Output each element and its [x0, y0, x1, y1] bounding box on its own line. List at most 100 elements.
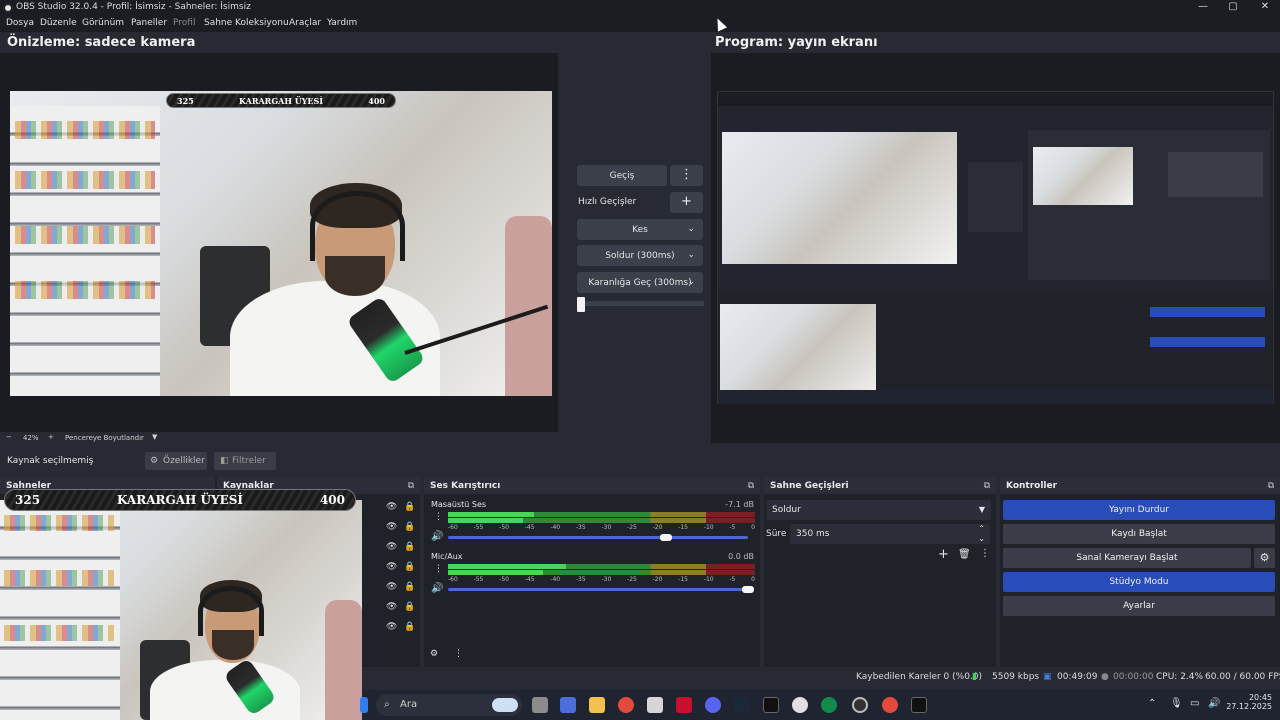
menu-file[interactable]: Dosya	[6, 18, 34, 28]
filters-button[interactable]: ◧ Filtreler	[214, 452, 276, 470]
minimize-button[interactable]: —	[1188, 0, 1218, 16]
lock-icon[interactable]: 🔒	[404, 562, 415, 572]
menu-tools[interactable]: Araçlar	[289, 18, 321, 28]
lock-icon[interactable]: 🔒	[404, 542, 415, 552]
quick-transition-fade[interactable]: Soldur (300ms) ⌄	[577, 245, 703, 266]
transition-menu-icon[interactable]: ⋮	[980, 548, 990, 559]
quick-transition-cut[interactable]: Kes ⌄	[577, 219, 703, 240]
eye-icon[interactable]: 👁	[386, 602, 397, 612]
transition-button[interactable]: Geçiş	[577, 165, 667, 186]
speaker-icon[interactable]: 🔊	[431, 531, 443, 542]
volume-slider-knob[interactable]	[742, 586, 754, 593]
chatgpt-icon[interactable]	[792, 697, 808, 713]
trash-icon[interactable]: 🗑	[958, 549, 971, 560]
t-bar-track[interactable]	[578, 301, 704, 306]
member-badge-overlay: 325 KARARGAH ÜYESİ 400	[4, 489, 356, 511]
chevron-down-icon[interactable]: ▼	[152, 433, 157, 441]
chrome-icon[interactable]	[882, 697, 898, 713]
network-icon[interactable]: ▭	[1190, 698, 1199, 709]
chevron-down-icon: ⌄	[687, 224, 695, 234]
file-explorer-icon[interactable]	[589, 697, 605, 713]
duration-value: 350 ms	[796, 529, 830, 539]
undock-icon[interactable]: ⧉	[748, 478, 754, 494]
maximize-button[interactable]: ▢	[1218, 0, 1248, 16]
eye-icon[interactable]: 👁	[386, 522, 397, 532]
start-recording-button[interactable]: Kaydı Başlat	[1003, 524, 1275, 544]
undock-icon[interactable]: ⧉	[1268, 478, 1274, 494]
chrome-icon[interactable]	[618, 697, 634, 713]
add-transition-icon[interactable]: +	[938, 547, 949, 562]
add-quick-transition-button[interactable]: +	[670, 192, 703, 213]
speaker-icon[interactable]: 🔊	[431, 583, 443, 594]
volume-slider[interactable]	[448, 536, 748, 539]
t-bar-handle[interactable]	[577, 297, 585, 312]
zoom-in-button[interactable]: +	[48, 433, 54, 441]
channel-menu-icon[interactable]: ⋮	[434, 512, 443, 522]
menu-bar: Dosya Düzenle Görünüm Paneller Profil Sa…	[0, 16, 1280, 32]
duration-input[interactable]: 350 ms ⌃ ⌄	[790, 524, 990, 544]
eye-icon[interactable]: 👁	[386, 542, 397, 552]
eye-icon[interactable]: 👁	[386, 562, 397, 572]
task-view-icon[interactable]	[532, 697, 548, 713]
app-icon[interactable]	[647, 697, 663, 713]
undock-icon[interactable]: ⧉	[408, 478, 414, 494]
obs-icon[interactable]	[852, 697, 868, 713]
clock-date: 27.12.2025	[1226, 702, 1272, 711]
lock-icon[interactable]: 🔒	[404, 502, 415, 512]
channel-menu-icon[interactable]: ⋮	[434, 564, 443, 574]
epic-games-icon[interactable]	[763, 697, 779, 713]
lock-icon[interactable]: 🔒	[404, 522, 415, 532]
lock-icon[interactable]: 🔒	[404, 582, 415, 592]
program-screen-capture	[717, 91, 1274, 404]
steam-icon[interactable]	[734, 697, 750, 713]
zoom-out-button[interactable]: −	[6, 433, 12, 441]
microphone-icon[interactable]: 🎙	[1170, 698, 1183, 709]
discord-icon[interactable]	[705, 697, 721, 713]
webcam-overlay	[0, 500, 362, 720]
properties-button[interactable]: ⚙ Özellikler	[145, 452, 207, 470]
no-source-selected-label: Kaynak seçilmemiş	[7, 456, 94, 466]
eye-icon[interactable]: 👁	[386, 622, 397, 632]
mixer-menu-icon[interactable]: ⋮	[454, 649, 463, 659]
clock[interactable]: 20:45 27.12.2025	[1226, 693, 1272, 711]
volume-slider[interactable]	[448, 588, 748, 591]
eye-icon[interactable]: 👁	[386, 502, 397, 512]
chevron-up-icon[interactable]: ⌃	[1148, 698, 1156, 709]
lock-icon[interactable]: 🔒	[404, 622, 415, 632]
volume-icon[interactable]: 🔊	[1208, 698, 1220, 709]
menu-profile[interactable]: Profil	[173, 18, 195, 28]
stop-stream-button[interactable]: Yayını Durdur	[1003, 500, 1275, 520]
epic-games-icon[interactable]	[911, 697, 927, 713]
source-toolbar: Kaynak seçilmemiş ⚙ Özellikler ◧ Filtrel…	[0, 450, 1280, 472]
settings-button[interactable]: Ayarlar	[1003, 596, 1275, 616]
studio-mode-button[interactable]: Stüdyo Modu	[1003, 572, 1275, 592]
taskbar-search[interactable]: ⌕ Ara	[376, 694, 522, 716]
quick-transition-fade-to-black[interactable]: Karanlığa Geç (300ms) ⌄	[577, 272, 703, 293]
close-button[interactable]: ✕	[1250, 0, 1280, 16]
app-icon[interactable]	[676, 697, 692, 713]
search-icon: ⌕	[384, 699, 390, 710]
tick: -50	[499, 524, 509, 531]
menu-help[interactable]: Yardım	[327, 18, 357, 28]
menu-view[interactable]: Görünüm	[82, 18, 124, 28]
menu-docks[interactable]: Paneller	[131, 18, 167, 28]
store-icon[interactable]	[560, 697, 576, 713]
app-icon[interactable]	[821, 697, 837, 713]
transition-menu-button[interactable]: ⋮	[670, 165, 703, 186]
fit-to-window-button[interactable]: Pencereye Boyutlandır	[65, 434, 144, 442]
menu-scene-collection[interactable]: Sahne Koleksiyonu	[204, 18, 289, 28]
start-virtual-camera-button[interactable]: Sanal Kamerayı Başlat	[1003, 548, 1251, 568]
menu-edit[interactable]: Düzenle	[40, 18, 77, 28]
eye-icon[interactable]: 👁	[386, 582, 397, 592]
stepper-down-icon[interactable]: ⌄	[978, 529, 985, 549]
taskbar: ⌕ Ara ⌃ 🎙 ▭ 🔊 20:45 27.12.2025	[360, 690, 1280, 720]
undock-icon[interactable]: ⧉	[984, 478, 990, 494]
advanced-audio-icon[interactable]: ⚙	[430, 649, 438, 659]
channel-db: 0.0 dB	[728, 552, 754, 561]
virtual-camera-settings-button[interactable]: ⚙	[1254, 548, 1275, 568]
lock-icon[interactable]: 🔒	[404, 602, 415, 612]
preview-canvas[interactable]: 325 KARARGAH ÜYESİ 400	[0, 53, 558, 432]
start-icon[interactable]	[360, 697, 368, 713]
volume-slider-knob[interactable]	[660, 534, 672, 541]
transition-select[interactable]: Soldur ▼	[767, 500, 991, 520]
